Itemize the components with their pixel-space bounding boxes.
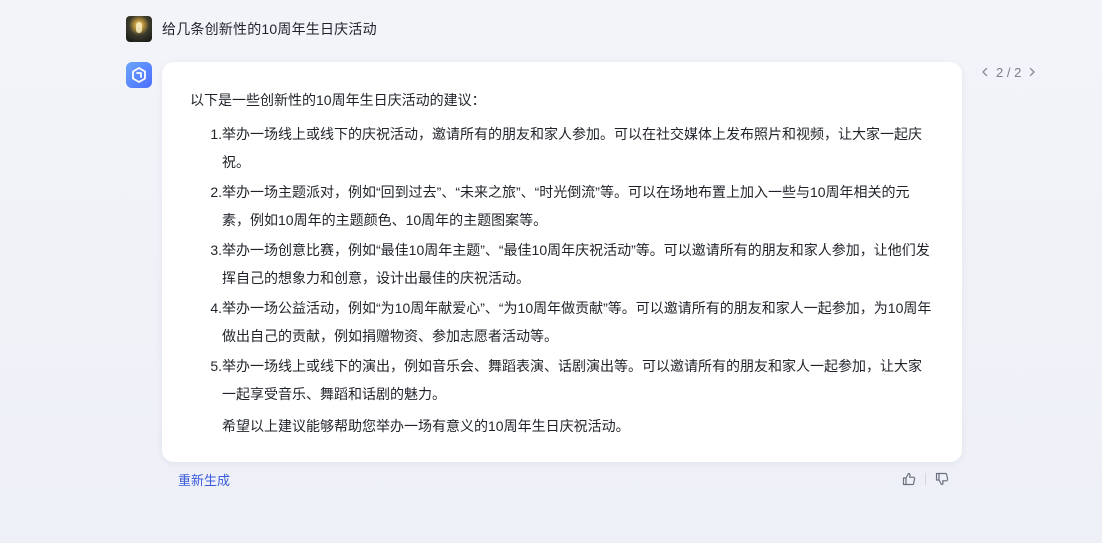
user-message-row: 给几条创新性的10周年生日庆活动 bbox=[126, 16, 377, 42]
answer-pager: 2 / 2 bbox=[978, 62, 1039, 82]
regenerate-button[interactable]: 重新生成 bbox=[178, 470, 230, 489]
list-item-number: 3. bbox=[210, 242, 222, 258]
assistant-answer-card: 以下是一些创新性的10周年生日庆活动的建议： 1. 举办一场线上或线下的庆祝活动… bbox=[162, 62, 962, 462]
list-item: 3. 举办一场创意比赛，例如“最佳10周年主题”、“最佳10周年庆祝活动”等。可… bbox=[190, 236, 934, 292]
chevron-right-icon[interactable] bbox=[1025, 65, 1039, 80]
list-item: 2. 举办一场主题派对，例如“回到过去”、“未来之旅”、“时光倒流”等。可以在场… bbox=[190, 178, 934, 234]
list-item-number: 5. bbox=[210, 358, 222, 374]
thumbs-up-icon[interactable] bbox=[900, 470, 918, 488]
feedback-actions bbox=[900, 470, 951, 488]
list-item-text: 举办一场创意比赛，例如“最佳10周年主题”、“最佳10周年庆祝活动”等。可以邀请… bbox=[222, 242, 930, 286]
list-item: 5. 举办一场线上或线下的演出，例如音乐会、舞蹈表演、话剧演出等。可以邀请所有的… bbox=[190, 352, 934, 408]
list-item-text: 举办一场线上或线下的演出，例如音乐会、舞蹈表演、话剧演出等。可以邀请所有的朋友和… bbox=[222, 358, 922, 402]
answer-intro: 以下是一些创新性的10周年生日庆活动的建议： bbox=[190, 92, 486, 108]
thumbs-down-icon[interactable] bbox=[933, 470, 951, 488]
user-message-text: 给几条创新性的10周年生日庆活动 bbox=[162, 21, 377, 37]
list-item-number: 4. bbox=[210, 300, 222, 316]
list-item-text: 举办一场主题派对，例如“回到过去”、“未来之旅”、“时光倒流”等。可以在场地布置… bbox=[222, 184, 910, 228]
list-item: 4. 举办一场公益活动，例如“为10周年献爱心”、“为10周年做贡献”等。可以邀… bbox=[190, 294, 934, 350]
list-item-text: 举办一场公益活动，例如“为10周年献爱心”、“为10周年做贡献”等。可以邀请所有… bbox=[222, 300, 932, 344]
answer-closing: 希望以上建议能够帮助您举办一场有意义的10周年生日庆祝活动。 bbox=[222, 418, 630, 434]
answer-list: 1. 举办一场线上或线下的庆祝活动，邀请所有的朋友和家人参加。可以在社交媒体上发… bbox=[190, 120, 934, 408]
feedback-divider bbox=[925, 473, 926, 485]
list-item-number: 1. bbox=[210, 126, 222, 142]
chevron-left-icon[interactable] bbox=[978, 65, 992, 80]
list-item-text: 举办一场线上或线下的庆祝活动，邀请所有的朋友和家人参加。可以在社交媒体上发布照片… bbox=[222, 126, 922, 170]
pager-count: 2 / 2 bbox=[996, 64, 1022, 80]
assistant-avatar-icon bbox=[126, 62, 152, 88]
list-item: 1. 举办一场线上或线下的庆祝活动，邀请所有的朋友和家人参加。可以在社交媒体上发… bbox=[190, 120, 934, 176]
user-avatar bbox=[126, 16, 152, 42]
list-item-number: 2. bbox=[210, 184, 222, 200]
